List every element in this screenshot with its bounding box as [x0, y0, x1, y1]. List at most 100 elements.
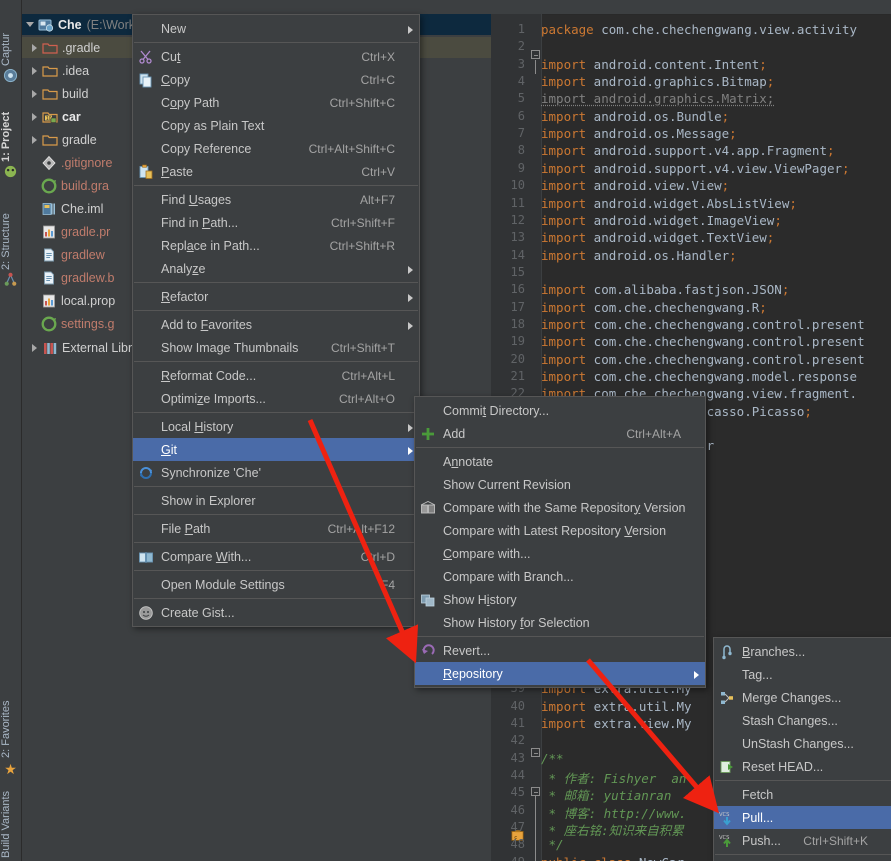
folder-icon	[42, 65, 58, 77]
context-menu-item-replace-in-path[interactable]: Replace in Path... Ctrl+Shift+R	[133, 234, 419, 257]
revert-icon	[422, 643, 435, 655]
context-menu-item-copy-path[interactable]: Copy Path Ctrl+Shift+C	[133, 91, 419, 114]
line-number: 20	[510, 351, 525, 366]
git-menu-item-add[interactable]: Add Ctrl+Alt+A	[415, 422, 705, 445]
code-line: public class NewCar	[541, 855, 684, 861]
git-menu-item-repository[interactable]: Repository	[415, 662, 705, 685]
menu-item-shortcut: Ctrl+Alt+Shift+C	[308, 141, 395, 156]
repo-menu-item-tag[interactable]: Tag...	[714, 663, 891, 686]
repo-menu-item-push[interactable]: VCS Push... Ctrl+Shift+K	[714, 829, 891, 852]
git-menu-item-show-current-revision[interactable]: Show Current Revision	[415, 473, 705, 496]
sidebar-tab-favorites[interactable]: 2: Favorites	[0, 672, 21, 758]
blank-icon	[137, 21, 155, 37]
git-menu-item-show-history-for-selection[interactable]: Show History for Selection	[415, 611, 705, 634]
blank-icon	[137, 577, 155, 593]
menu-separator	[134, 542, 418, 543]
context-menu-item-show-in-explorer[interactable]: Show in Explorer	[133, 489, 419, 512]
repo-menu-item-rebase[interactable]: Rebase...	[714, 857, 891, 861]
menu-item-label: Revert...	[443, 643, 491, 658]
fold-marker-icon[interactable]	[531, 50, 540, 59]
gist-icon	[139, 605, 153, 620]
chevron-right-icon[interactable]	[29, 342, 40, 353]
tree-item-label: gradlew	[61, 247, 105, 262]
context-menu-item-copy-as-plain-text[interactable]: Copy as Plain Text	[133, 114, 419, 137]
context-menu-item-add-to-favorites[interactable]: Add to Favorites	[133, 313, 419, 336]
git-menu-item-revert[interactable]: Revert...	[415, 639, 705, 662]
repo-menu-item-merge-changes[interactable]: Merge Changes...	[714, 686, 891, 709]
context-menu-item-reformat-code[interactable]: Reformat Code... Ctrl+Alt+L	[133, 364, 419, 387]
git-submenu[interactable]: Commit Directory... Add Ctrl+Alt+A Annotate…	[414, 396, 706, 688]
menu-item-label: Compare with...	[443, 546, 531, 561]
menu-item-label: Copy	[161, 72, 191, 87]
chevron-right-icon[interactable]	[29, 65, 40, 76]
context-menu-item-file-path[interactable]: File Path Ctrl+Alt+F12	[133, 517, 419, 540]
context-menu-item-new[interactable]: New	[133, 17, 419, 40]
blank-icon	[137, 118, 155, 134]
sidebar-tab-structure-label: 2: Structure	[0, 213, 12, 270]
code-line: import com.che.chechengwang.model.respon…	[541, 369, 858, 384]
context-menu-item-refactor[interactable]: Refactor	[133, 285, 419, 308]
git-menu-item-compare-with-branch[interactable]: Compare with Branch...	[415, 565, 705, 588]
chevron-right-icon[interactable]	[29, 42, 40, 53]
code-line: import extra.util.My	[541, 698, 692, 714]
context-menu-item-paste[interactable]: Paste Ctrl+V	[133, 160, 419, 183]
line-number: 16	[510, 282, 525, 297]
git-menu-item-annotate[interactable]: Annotate	[415, 450, 705, 473]
repo-menu-item-unstash-changes[interactable]: UnStash Changes...	[714, 732, 891, 755]
context-menu-item-cut[interactable]: Cut Ctrl+X	[133, 45, 419, 68]
code-line: import com.che.chechengwang.control.pres…	[541, 334, 865, 350]
repo-menu-item-pull[interactable]: VCS Pull...	[714, 806, 891, 829]
blank-icon	[137, 521, 155, 537]
blank-icon	[419, 615, 437, 631]
chevron-right-icon[interactable]	[29, 134, 40, 145]
line-number: 44	[510, 768, 525, 783]
repo-menu-item-reset-head[interactable]: Reset HEAD...	[714, 755, 891, 778]
context-menu-item-copy[interactable]: Copy Ctrl+C	[133, 68, 419, 91]
fold-marker-icon[interactable]	[531, 787, 540, 796]
menu-item-label: Show Image Thumbnails	[161, 340, 299, 355]
context-menu-item-analyze[interactable]: Analyze	[133, 257, 419, 280]
context-menu-item-local-history[interactable]: Local History	[133, 415, 419, 438]
sidebar-tab-build-variants[interactable]: Build Variants	[0, 782, 21, 858]
context-menu-item-copy-reference[interactable]: Copy Reference Ctrl+Alt+Shift+C	[133, 137, 419, 160]
git-menu-item-compare-with-the-same-repository-version[interactable]: Compare with the Same Repository Version	[415, 496, 705, 519]
git-menu-item-show-history[interactable]: Show History	[415, 588, 705, 611]
repo-menu-item-stash-changes[interactable]: Stash Changes...	[714, 709, 891, 732]
context-menu-item-show-image-thumbnails[interactable]: Show Image Thumbnails Ctrl+Shift+T	[133, 336, 419, 359]
context-menu-item-open-module-settings[interactable]: Open Module Settings F4	[133, 573, 419, 596]
repository-submenu[interactable]: Branches... Tag... Merge Changes... Stash C…	[713, 637, 891, 861]
git-menu-item-compare-with[interactable]: Compare with...	[415, 542, 705, 565]
blank-icon	[137, 289, 155, 305]
context-menu-item-find-in-path[interactable]: Find in Path... Ctrl+Shift+F	[133, 211, 419, 234]
git-menu-item-compare-with-latest-repository-version[interactable]: Compare with Latest Repository Version	[415, 519, 705, 542]
context-menu-item-git[interactable]: Git	[133, 438, 419, 461]
context-menu-item-compare-with[interactable]: Compare With... Ctrl+D	[133, 545, 419, 568]
code-line: * 座右铭:知识来自积累	[541, 823, 684, 839]
chevron-right-icon[interactable]	[29, 111, 40, 122]
code-line: * 作者: Fishyer an	[541, 771, 687, 787]
menu-item-label: Merge Changes...	[742, 690, 842, 705]
menu-separator	[134, 570, 418, 571]
line-number: 40	[510, 698, 525, 713]
compare-repo-icon	[420, 500, 436, 513]
chevron-down-icon[interactable]	[25, 19, 36, 30]
tree-item-label: .gitignore	[61, 155, 113, 170]
sidebar-tab-structure[interactable]: 2: Structure	[0, 188, 21, 270]
sidebar-tab-capture[interactable]: Captur	[0, 4, 21, 66]
menu-item-label: Find Usages	[161, 192, 232, 207]
line-number: 4	[517, 74, 525, 89]
context-menu-item-optimize-imports[interactable]: Optimize Imports... Ctrl+Alt+O	[133, 387, 419, 410]
context-menu-item-synchronize-che[interactable]: Synchronize 'Che'	[133, 461, 419, 484]
chevron-right-icon[interactable]	[29, 88, 40, 99]
fold-marker-icon[interactable]	[531, 748, 540, 757]
sidebar-tab-project[interactable]: 1: Project	[0, 90, 21, 162]
line-number: 17	[510, 299, 525, 314]
context-menu-item-create-gist[interactable]: Create Gist...	[133, 601, 419, 624]
context-menu-item-find-usages[interactable]: Find Usages Alt+F7	[133, 188, 419, 211]
git-menu-item-commit-directory[interactable]: Commit Directory...	[415, 399, 705, 422]
repo-menu-item-branches[interactable]: Branches...	[714, 640, 891, 663]
repo-menu-item-fetch[interactable]: Fetch	[714, 783, 891, 806]
left-tool-strip[interactable]: Captur 1: Project 2: Structure 2: Favori…	[0, 0, 22, 861]
code-line: import android.support.v4.app.Fragment;	[541, 143, 835, 159]
project-context-menu[interactable]: New Cut Ctrl+X Copy Ctrl+C Copy Path Ctrl+Shif…	[132, 14, 420, 627]
